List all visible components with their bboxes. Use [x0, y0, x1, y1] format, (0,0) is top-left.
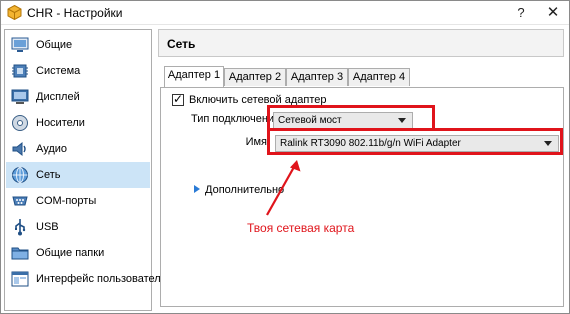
expand-triangle-icon	[194, 185, 200, 193]
system-icon	[12, 64, 28, 78]
sidebar-item-network[interactable]: Сеть	[6, 162, 150, 188]
help-button[interactable]: ?	[509, 2, 533, 24]
audio-icon	[12, 141, 26, 157]
sidebar-item-storage[interactable]: Носители	[6, 110, 150, 136]
page-title: Сеть	[167, 37, 196, 51]
annotation-text: Твоя сетевая карта	[247, 221, 355, 235]
sidebar-item-label: Сеть	[36, 169, 61, 181]
sidebar-item-label: Общие папки	[36, 247, 105, 259]
highlight-adapter-name	[267, 128, 563, 155]
sidebar-item-user-interface[interactable]: Интерфейс пользователя	[6, 266, 167, 292]
settings-content: Сеть Адаптер 1 Адаптер 2 Адаптер 3 Адапт…	[158, 29, 568, 311]
storage-icon	[12, 115, 28, 131]
display-icon	[11, 89, 29, 104]
sidebar-item-label: Аудио	[36, 143, 68, 155]
tab-adapter-2[interactable]: Адаптер 2	[224, 68, 286, 86]
sidebar-item-label: Система	[36, 65, 81, 77]
tab-adapter-4[interactable]: Адаптер 4	[348, 68, 410, 86]
virtualbox-app-icon	[7, 5, 22, 20]
attached-to-label: Тип подключения	[191, 113, 281, 125]
enable-adapter-checkbox[interactable]: ✓	[172, 92, 184, 106]
sidebar-item-label: Интерфейс пользователя	[36, 273, 167, 285]
title-bar: CHR - Настройки ? ✕	[1, 1, 569, 25]
sidebar-item-general[interactable]: Общие	[6, 32, 150, 58]
sidebar-item-display[interactable]: Дисплей	[6, 84, 150, 110]
general-icon	[11, 37, 29, 52]
usb-icon	[15, 219, 26, 236]
sidebar-item-shared-folders[interactable]: Общие папки	[6, 240, 150, 266]
checkmark-icon: ✓	[173, 92, 184, 106]
window-title: CHR - Настройки	[27, 6, 123, 20]
name-label: Имя	[245, 136, 267, 148]
sidebar-item-system[interactable]: Система	[6, 58, 150, 84]
sidebar-item-label: Общие	[36, 39, 73, 51]
settings-window: CHR - Настройки ? ✕ Общие Система Диспле…	[0, 0, 570, 314]
advanced-label: Дополнительно	[205, 184, 285, 196]
sidebar-item-audio[interactable]: Аудио	[6, 136, 150, 162]
serial-ports-icon	[12, 196, 28, 206]
page-header: Сеть	[158, 29, 564, 57]
user-interface-icon	[11, 271, 29, 287]
network-icon	[12, 167, 28, 183]
sidebar-item-label: USB	[36, 221, 59, 233]
sidebar-item-label: COM-порты	[36, 195, 97, 207]
sidebar-item-label: Носители	[36, 117, 85, 129]
sidebar-item-usb[interactable]: USB	[6, 214, 150, 240]
sidebar-item-serial-ports[interactable]: COM-порты	[6, 188, 150, 214]
tab-adapter-3[interactable]: Адаптер 3	[286, 68, 348, 86]
tab-adapter-1[interactable]: Адаптер 1	[164, 66, 224, 87]
close-button[interactable]: ✕	[541, 2, 565, 24]
sidebar-item-label: Дисплей	[36, 91, 80, 103]
settings-sidebar: Общие Система Дисплей Носители Аудио Сет…	[4, 29, 167, 311]
shared-folders-icon	[11, 247, 29, 260]
